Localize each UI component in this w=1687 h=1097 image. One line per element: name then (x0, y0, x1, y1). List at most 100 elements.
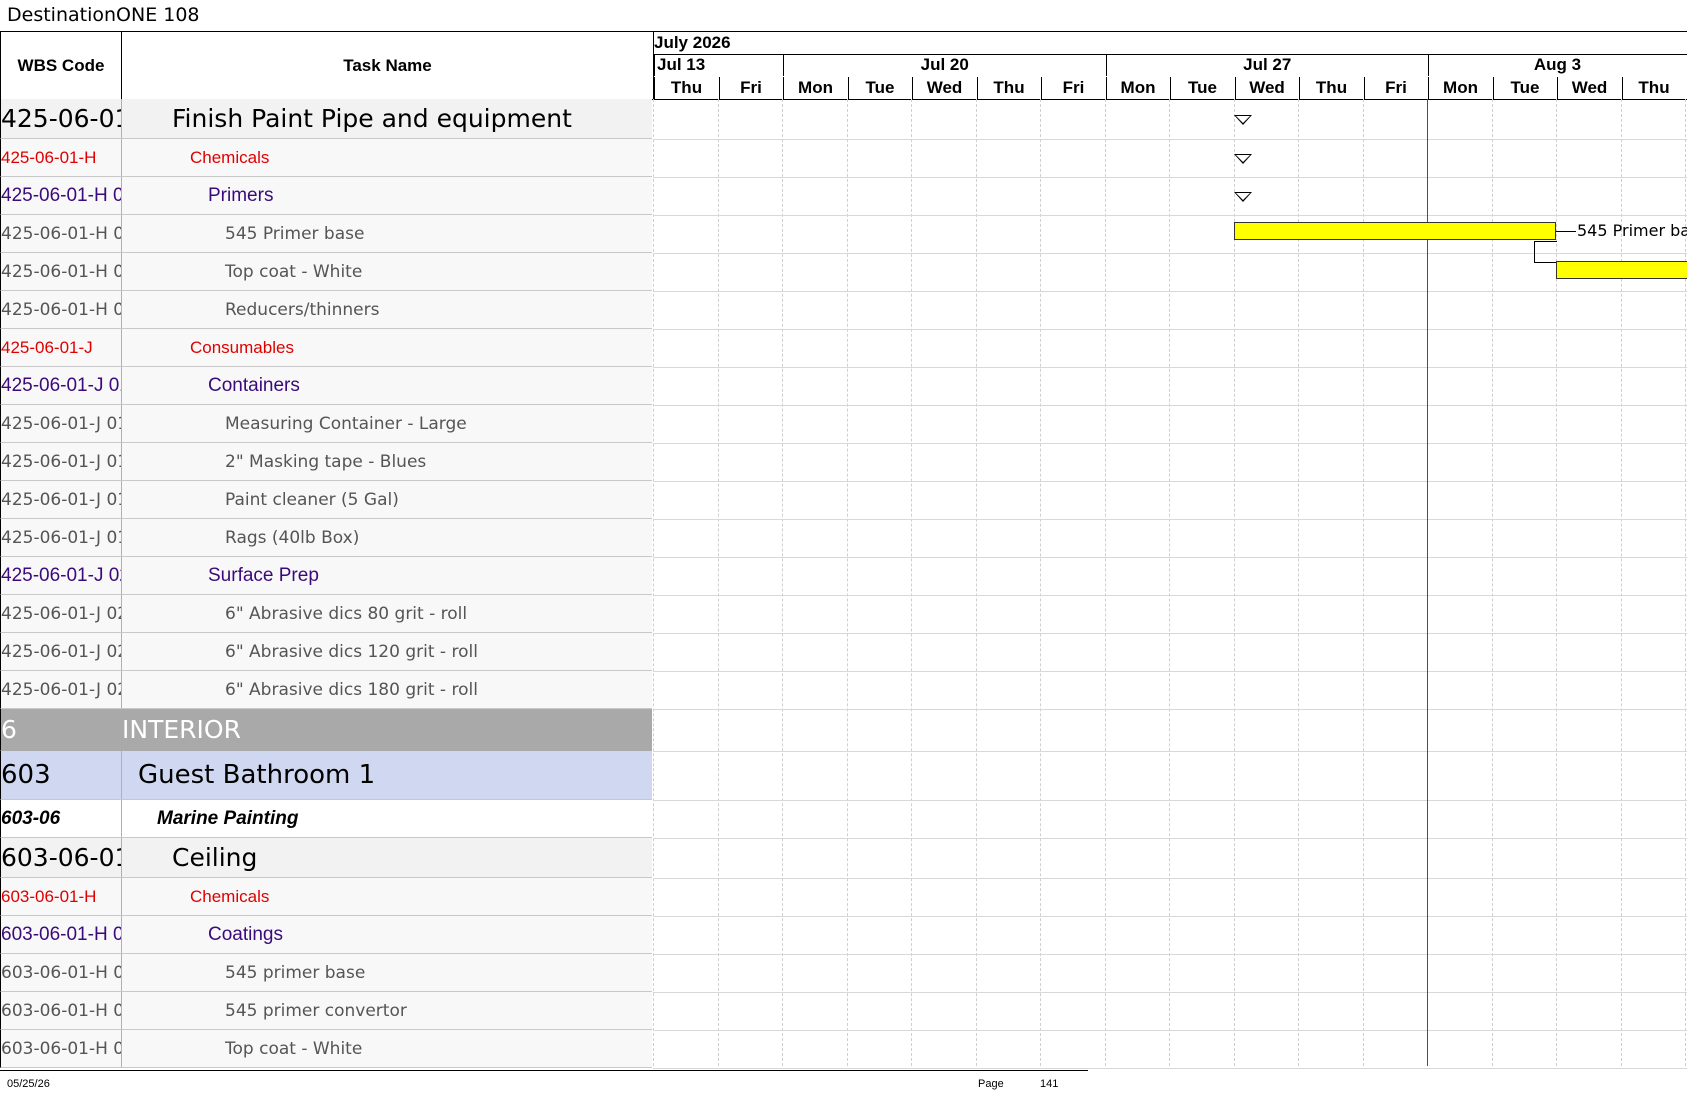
wbs-code-cell[interactable]: 603-06-01 (1, 838, 122, 877)
task-name-cell[interactable]: INTERIOR (122, 709, 652, 750)
task-name-cell[interactable]: 6" Abrasive dics 120 grit - roll (122, 633, 652, 670)
task-name-cell[interactable]: Measuring Container - Large (122, 405, 652, 442)
wbs-code-cell[interactable]: 603-06-01-H 01 03 (1, 1030, 122, 1067)
task-row[interactable]: 425-06-01-H 01 Primers (0, 177, 652, 215)
wbs-code-cell[interactable]: 603-06-01-H 01 02 (1, 992, 122, 1029)
task-row[interactable]: 425-06-01 Finish Paint Pipe and equipment (0, 99, 652, 139)
summary-marker-icon[interactable] (1233, 192, 1252, 202)
gantt-gridline-vertical (1104, 99, 1106, 1066)
task-name-cell[interactable]: Marine Painting (122, 800, 652, 837)
gantt-gridline-vertical (911, 99, 912, 1066)
task-row[interactable]: 425-06-01-H 01 03Reducers/thinners (0, 291, 652, 329)
task-row[interactable]: 425-06-01-J 02 016" Abrasive dics 80 gri… (0, 595, 652, 633)
task-name-cell[interactable]: 6" Abrasive dics 180 grit - roll (122, 671, 652, 708)
task-name-cell[interactable]: Guest Bathroom 1 (122, 751, 652, 799)
task-row[interactable]: 6 INTERIOR (0, 709, 652, 751)
task-name-cell[interactable]: Finish Paint Pipe and equipment (122, 99, 652, 138)
task-bar[interactable] (1233, 222, 1556, 240)
task-row[interactable]: 425-06-01-J 02 Surface Prep (0, 557, 652, 595)
task-name-cell[interactable]: 2" Masking tape - Blues (122, 443, 652, 480)
wbs-code-cell[interactable]: 425-06-01-J (1, 329, 122, 366)
wbs-code-cell[interactable]: 425-06-01-J 01 03 (1, 481, 122, 518)
task-row[interactable]: 425-06-01-J 01 01Measuring Container - L… (0, 405, 652, 443)
wbs-code-cell[interactable]: 425-06-01-H 01 03 (1, 291, 122, 328)
task-name-cell[interactable]: 6" Abrasive dics 80 grit - roll (122, 595, 652, 632)
day-header: Thu (654, 77, 718, 99)
task-row[interactable]: 425-06-01-J 01 03Paint cleaner (5 Gal) (0, 481, 652, 519)
task-name-cell[interactable]: Reducers/thinners (122, 291, 652, 328)
day-header: Thu (976, 77, 1041, 99)
wbs-code-cell[interactable]: 425-06-01 (1, 99, 122, 138)
task-row[interactable]: 425-06-01-H 01 01545 Primer base (0, 215, 652, 253)
day-header: Tue (1492, 77, 1557, 99)
task-name-cell[interactable]: Consumables (122, 329, 652, 366)
task-row[interactable]: 603-06 Marine Painting (0, 800, 652, 838)
task-bar[interactable] (1556, 261, 1687, 279)
wbs-code-cell[interactable]: 425-06-01-J 02 02 (1, 633, 122, 670)
task-row[interactable]: 603-06-01-H 01 Coatings (0, 916, 652, 954)
task-name-cell[interactable]: Containers (122, 367, 652, 404)
task-row[interactable]: 603-06-01 Ceiling (0, 838, 652, 878)
gantt-gridline-vertical (1362, 99, 1364, 1066)
task-row[interactable]: 425-06-01-J 02 036" Abrasive dics 180 gr… (0, 671, 652, 709)
task-name-cell[interactable]: Coatings (122, 916, 652, 953)
task-column-header[interactable]: Task Name (122, 32, 653, 99)
task-row[interactable]: 425-06-01-J 01 Containers (0, 367, 652, 405)
wbs-column-header[interactable]: WBS Code (1, 32, 122, 99)
task-name-cell[interactable]: Surface Prep (122, 557, 652, 594)
wbs-code-cell[interactable]: 603-06-01-H 01 01 (1, 954, 122, 991)
summary-marker-icon[interactable] (1233, 115, 1252, 125)
task-name-cell[interactable]: 545 primer base (122, 954, 652, 991)
gantt-gridline-horizontal (653, 291, 1687, 292)
task-name-cell[interactable]: Chemicals (122, 139, 652, 176)
task-name-cell[interactable]: 545 primer convertor (122, 992, 652, 1029)
wbs-code-cell[interactable]: 425-06-01-J 01 01 (1, 405, 122, 442)
wbs-code-cell[interactable]: 603-06 (1, 800, 122, 837)
wbs-code-cell[interactable]: 425-06-01-J 02 03 (1, 671, 122, 708)
task-name-cell[interactable]: Ceiling (122, 838, 652, 877)
day-header: Tue (1170, 77, 1234, 99)
task-row[interactable]: 603-06-01-H 01 02545 primer convertor (0, 992, 652, 1030)
wbs-code-cell[interactable]: 603-06-01-H (1, 878, 122, 915)
wbs-code-cell[interactable]: 425-06-01-J 02 01 (1, 595, 122, 632)
day-header: Mon (783, 77, 847, 99)
wbs-code-cell[interactable]: 425-06-01-H (1, 139, 122, 176)
task-row[interactable]: 425-06-01-H 01 02Top coat - White (0, 253, 652, 291)
task-row[interactable]: 603-06-01-H Chemicals (0, 878, 652, 916)
task-name-cell[interactable]: Top coat - White (122, 1030, 652, 1067)
task-name-cell[interactable]: 545 Primer base (122, 215, 652, 252)
gantt-gridline-vertical (782, 99, 783, 1066)
wbs-code-cell[interactable]: 425-06-01-J 01 04 (1, 519, 122, 556)
wbs-code-cell[interactable]: 425-06-01-J 01 (1, 367, 122, 404)
wbs-code-cell[interactable]: 425-06-01-J 02 (1, 557, 122, 594)
footer-page-number: 141 (1040, 1078, 1059, 1090)
gantt-gridline-horizontal (653, 992, 1687, 993)
task-row[interactable]: 603-06-01-H 01 03Top coat - White (0, 1030, 652, 1068)
current-date-line (1427, 99, 1428, 1066)
summary-marker-icon[interactable] (1233, 154, 1252, 164)
wbs-code-cell[interactable]: 6 (1, 709, 121, 750)
task-row[interactable]: 425-06-01-J 02 026" Abrasive dics 120 gr… (0, 633, 652, 671)
gantt-gridline-horizontal (653, 519, 1687, 520)
wbs-code-cell[interactable]: 425-06-01-H 01 01 (1, 215, 122, 252)
task-row[interactable]: 425-06-01-J 01 022" Masking tape - Blues (0, 443, 652, 481)
day-header: Wed (1557, 77, 1621, 99)
wbs-code-cell[interactable]: 603 (1, 751, 122, 799)
task-row[interactable]: 425-06-01-J 01 04Rags (40lb Box) (0, 519, 652, 557)
wbs-code-cell[interactable]: 425-06-01-H 01 (1, 177, 122, 214)
gantt-gridline-vertical (1040, 99, 1041, 1066)
task-name-cell[interactable]: Chemicals (122, 878, 652, 915)
wbs-code-cell[interactable]: 603-06-01-H 01 (1, 916, 122, 953)
task-name-cell[interactable]: Paint cleaner (5 Gal) (122, 481, 652, 518)
wbs-code-cell[interactable]: 425-06-01-J 01 02 (1, 443, 122, 480)
task-row[interactable]: 603 Guest Bathroom 1 (0, 751, 652, 800)
task-name-cell[interactable]: Rags (40lb Box) (122, 519, 652, 556)
task-name-cell[interactable]: Top coat - White (122, 253, 652, 290)
task-row[interactable]: 603-06-01-H 01 01545 primer base (0, 954, 652, 992)
gantt-gridline-horizontal (653, 878, 1687, 879)
task-row[interactable]: 425-06-01-J Consumables (0, 329, 652, 367)
task-row[interactable]: 425-06-01-H Chemicals (0, 139, 652, 177)
day-header: Mon (1428, 77, 1492, 99)
task-name-cell[interactable]: Primers (122, 177, 652, 214)
wbs-code-cell[interactable]: 425-06-01-H 01 02 (1, 253, 122, 290)
